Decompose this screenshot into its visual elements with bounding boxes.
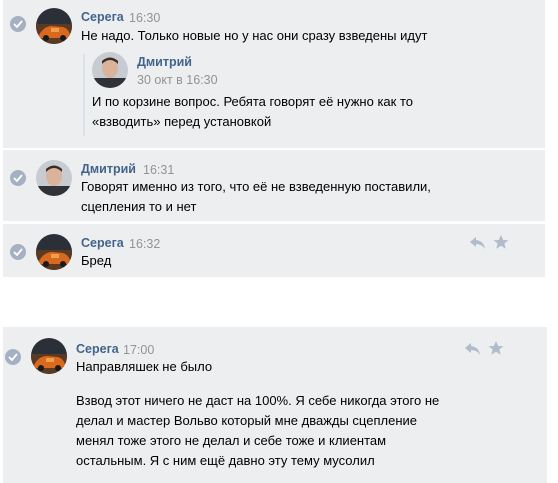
message-text: Направляшек не было — [76, 359, 213, 374]
message-text-paragraph: Взвод этот ничего не даст на 100%. Я себ… — [76, 393, 440, 468]
check-icon[interactable] — [5, 349, 21, 365]
check-icon[interactable] — [10, 244, 26, 260]
author-name[interactable]: Серега — [76, 342, 119, 356]
message-3[interactable]: Серега 16:32 Бред — [3, 224, 545, 277]
message-1[interactable]: Серега 16:30 Не надо. Только новые но у … — [3, 0, 545, 148]
avatar[interactable] — [36, 234, 72, 270]
message-2[interactable]: Дмитрий 16:31 Говорят именно из того, чт… — [3, 150, 545, 221]
quote-author[interactable]: Дмитрий — [137, 55, 192, 69]
message-text: Говорят именно из того, что её не взведе… — [81, 179, 431, 214]
check-icon[interactable] — [10, 16, 26, 32]
quote-avatar[interactable] — [92, 52, 128, 88]
quote-date[interactable]: 30 окт в 16:30 — [137, 73, 218, 87]
quote-bar — [83, 54, 85, 136]
author-name[interactable]: Серега — [81, 236, 124, 250]
reply-icon[interactable] — [469, 235, 487, 251]
avatar[interactable] — [36, 8, 72, 44]
check-icon[interactable] — [10, 170, 26, 186]
avatar[interactable] — [36, 160, 72, 196]
message-time[interactable]: 17:00 — [123, 343, 154, 357]
message-text: Не надо. Только новые но у нас они сразу… — [81, 28, 428, 43]
quote-text: И по корзине вопрос. Ребята говорят её н… — [92, 94, 413, 129]
star-icon[interactable] — [487, 340, 505, 356]
author-name[interactable]: Серега — [81, 10, 124, 24]
message-4[interactable]: Серега 17:00 Направляшек не было Взвод э… — [3, 327, 547, 483]
message-text: Бред — [81, 253, 112, 268]
avatar[interactable] — [31, 338, 67, 374]
author-name[interactable]: Дмитрий — [81, 162, 136, 176]
message-time[interactable]: 16:32 — [129, 237, 160, 251]
star-icon[interactable] — [492, 234, 510, 250]
message-time[interactable]: 16:30 — [129, 11, 160, 25]
reply-icon[interactable] — [464, 341, 482, 357]
message-time[interactable]: 16:31 — [143, 163, 174, 177]
